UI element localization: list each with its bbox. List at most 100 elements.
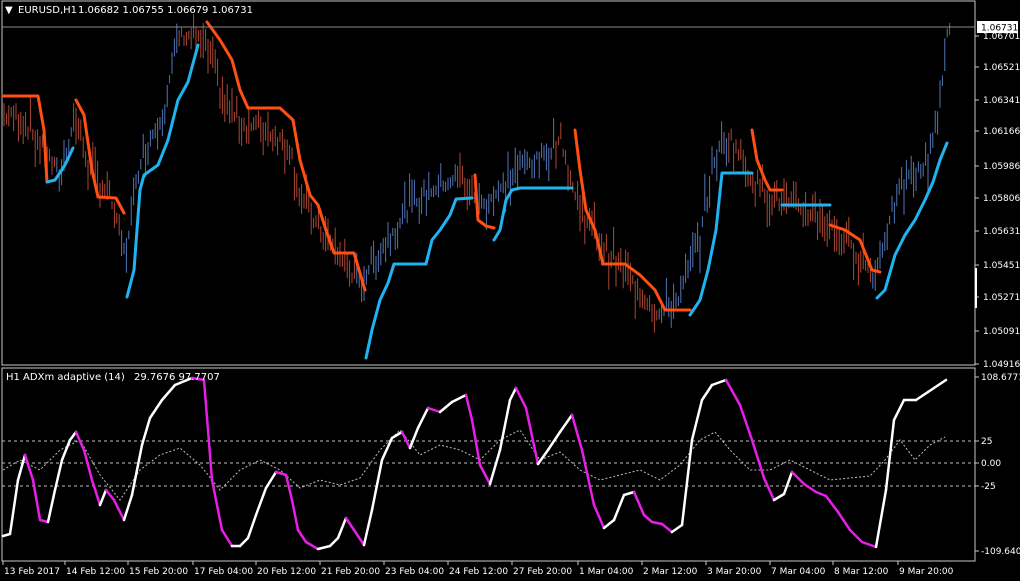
adx-rising-segment — [602, 518, 616, 530]
indicator-tick-label: 25 — [981, 437, 992, 447]
adx-rising-segment — [488, 448, 502, 486]
adx-rising-segment — [622, 490, 636, 497]
indicator-tick-label: -25 — [981, 482, 996, 492]
time-tick-label: 13 Feb 2017 — [4, 567, 60, 577]
time-tick-label: 21 Feb 20:00 — [321, 567, 380, 577]
adx-falling-segment — [738, 403, 754, 442]
adx-falling-segment — [210, 478, 224, 532]
time-tick-label: 23 Feb 04:00 — [385, 567, 444, 577]
adx-rising-segment — [498, 398, 512, 452]
time-tick-label: 24 Feb 12:00 — [449, 567, 508, 577]
price-tick-label: 1.05451 — [983, 261, 1020, 271]
adx-rising-segment — [238, 536, 250, 548]
price-tick-label: 1.06341 — [983, 96, 1020, 106]
chart-ohlc-values: 1.06682 1.06755 1.06679 1.06731 — [78, 5, 253, 16]
adx-falling-segment — [860, 540, 878, 549]
price-tick-label: 1.04916 — [983, 360, 1020, 370]
current-price-value: 1.06731 — [981, 24, 1018, 34]
price-axis-scroll-marker[interactable] — [975, 268, 977, 308]
price-tick-label: 1.05271 — [983, 293, 1020, 303]
indicator-panel-frame — [1, 367, 976, 562]
adx-falling-segment — [848, 528, 864, 544]
trend-down-segment — [750, 128, 784, 192]
adx-rising-segment — [328, 536, 340, 548]
adx-falling-segment — [274, 470, 288, 477]
adx-rising-segment — [914, 390, 930, 402]
adx-rising-segment — [438, 400, 454, 414]
time-tick-label: 17 Feb 04:00 — [194, 567, 253, 577]
indicator-panel[interactable]: H1 ADXm adaptive (14) 29.7676 97.7707 — [1, 367, 976, 562]
trading-chart[interactable]: ▼ EURUSD,H1 1.06682 1.06755 1.06679 1.06… — [0, 0, 1020, 581]
adx-rising-segment — [60, 438, 72, 462]
adx-rising-segment — [390, 430, 404, 440]
adx-falling-segment — [478, 463, 492, 486]
adx-falling-segment — [524, 406, 540, 466]
adx-falling-segment — [352, 528, 366, 547]
adx-falling-segment — [642, 513, 654, 524]
adx-falling-segment — [90, 478, 102, 507]
price-axis: 1.06701 1.06521 1.06341 1.06166 1.05986 1.058… — [975, 32, 1020, 370]
adx-rising-segment — [362, 508, 374, 547]
adx-rising-segment — [254, 486, 268, 517]
time-tick-label: 3 Mar 20:00 — [707, 567, 762, 577]
adx-rising-segment — [536, 448, 550, 466]
indicator-axis: 108.6771 25 0.00 -25 -109.6404 — [975, 373, 1020, 557]
chart-symbol-label: EURUSD,H1 — [18, 5, 77, 16]
trend-down-segment — [828, 223, 882, 274]
trend-line — [1, 20, 949, 360]
adx-rising-segment — [98, 488, 108, 507]
adx-rising-segment — [148, 398, 164, 420]
adx-rising-segment — [670, 523, 684, 534]
adx-rising-segment — [874, 488, 888, 549]
adx-falling-segment — [660, 522, 674, 534]
price-panel[interactable]: ▼ EURUSD,H1 1.06682 1.06755 1.06679 1.06… — [1, 0, 976, 366]
adx-falling-segment — [814, 490, 828, 498]
adx-rising-segment — [680, 438, 694, 527]
adx-rising-segment — [690, 398, 704, 442]
price-panel-frame — [1, 0, 976, 366]
time-tick-label: 1 Mar 04:00 — [579, 567, 634, 577]
adx-rising-segment — [370, 458, 384, 512]
adx-rising-segment — [68, 430, 78, 442]
price-tick-label: 1.05806 — [983, 194, 1020, 204]
adx-rising-segment — [246, 513, 258, 540]
time-tick-label: 9 Mar 20:00 — [899, 567, 954, 577]
adx-falling-segment — [650, 520, 664, 526]
price-tick-label: 1.06521 — [983, 63, 1020, 73]
trend-up-segment — [125, 43, 200, 299]
time-tick-label: 2 Mar 12:00 — [643, 567, 698, 577]
adx-rising-segment — [336, 516, 348, 540]
adx-falling-segment — [750, 438, 766, 480]
adx-falling-segment — [514, 386, 528, 410]
adx-falling-segment — [426, 406, 442, 414]
adx-falling-segment — [290, 498, 300, 532]
indicator-tick-label: -109.6404 — [981, 547, 1020, 557]
adx-falling-segment — [464, 393, 474, 422]
adx-falling-segment — [23, 453, 35, 482]
time-tick-label: 14 Feb 12:00 — [66, 567, 125, 577]
menu-dropdown-icon[interactable]: ▼ — [5, 5, 13, 16]
adx-falling-segment — [344, 516, 356, 532]
price-tick-label: 1.05091 — [983, 327, 1020, 337]
adx-falling-segment — [284, 473, 294, 502]
trend-up-segment — [45, 146, 75, 184]
trend-up-segment — [688, 171, 754, 317]
adx-falling-segment — [296, 528, 308, 544]
adx-falling-segment — [824, 494, 840, 514]
time-tick-label: 8 Mar 12:00 — [834, 567, 889, 577]
time-axis: 13 Feb 2017 14 Feb 12:00 15 Feb 20:00 17 Fe… — [2, 561, 954, 577]
indicator-title: H1 ADXm adaptive (14) — [6, 372, 125, 383]
price-tick-label: 1.05986 — [983, 162, 1020, 172]
adx-falling-segment — [724, 378, 742, 407]
adx-falling-segment — [592, 503, 606, 530]
adx-rising-segment — [710, 378, 728, 387]
adx-falling-segment — [836, 510, 852, 532]
adx-falling-segment — [580, 448, 596, 507]
adx-rising-segment — [892, 398, 906, 422]
time-tick-label: 20 Feb 12:00 — [257, 567, 316, 577]
price-tick-label: 1.05631 — [983, 227, 1020, 237]
adx-falling-segment — [400, 430, 412, 450]
adx-rising-segment — [884, 418, 896, 492]
current-price-tag: 1.06731 — [977, 21, 1018, 34]
adx-falling-segment — [802, 482, 818, 494]
